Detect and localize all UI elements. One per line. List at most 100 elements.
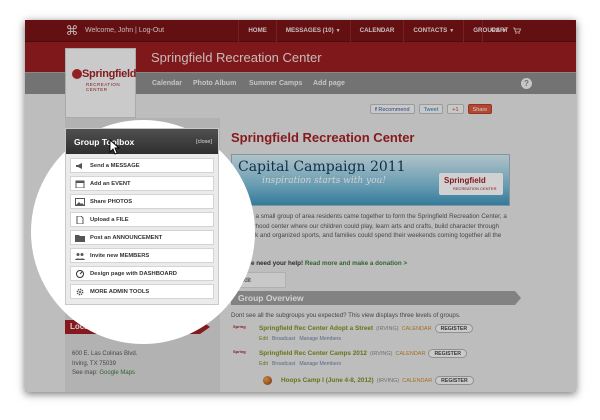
site-title[interactable]: Springfield Recreation Center: [151, 50, 322, 65]
logo-name: Springfield: [82, 68, 137, 80]
group-name-link[interactable]: Springfield Rec Center Camps 2012: [259, 350, 367, 357]
gear-icon: [76, 288, 84, 296]
calendar-icon: [75, 180, 85, 188]
intro-text: In 1972, a small group of area residents…: [231, 213, 507, 249]
toolbox-close-link[interactable]: [close]: [196, 139, 212, 145]
page-title: Springfield Recreation Center: [231, 130, 415, 145]
tool-send-message[interactable]: Send a MESSAGE: [70, 158, 214, 173]
tool-add-event[interactable]: Add an EVENT: [70, 176, 214, 191]
nav-calendar[interactable]: CALENDAR: [349, 20, 404, 42]
banner-brand-sub: RECREATION CENTER: [453, 186, 497, 191]
nav-contacts-label: CONTACTS: [413, 27, 448, 34]
recommend-label: Recommend: [378, 107, 410, 113]
subnav-calendar[interactable]: Calendar: [152, 80, 182, 87]
welcome-text[interactable]: Welcome, John | Log-Out: [85, 27, 164, 34]
group-row: Spring Springfield Rec Center Adopt a St…: [233, 324, 523, 346]
group-name-link[interactable]: Hoops Camp I (June 4-8, 2012): [281, 377, 374, 384]
group-location: (IRVING): [376, 378, 400, 385]
banner-headline: Capital Campaign 2011: [238, 159, 406, 175]
tool-label: MORE ADMIN TOOLS: [90, 289, 150, 295]
chevron-down-icon: ▼: [335, 28, 341, 34]
nav-home-label: HOME: [248, 27, 267, 34]
group-calendar-link[interactable]: CALENDAR: [395, 351, 425, 357]
group-manage-link[interactable]: Manage Members: [299, 336, 341, 342]
tool-dashboard[interactable]: Design page with DASHBOARD: [70, 266, 214, 281]
top-nav: HOME MESSAGES (10) ▼ CALENDAR CONTACTS ▼ G…: [238, 20, 516, 42]
tool-label: Share PHOTOS: [90, 199, 133, 205]
group-location: (IRVING): [369, 351, 393, 358]
group-broadcast-link[interactable]: Broadcast: [272, 336, 295, 342]
org-logo-icon[interactable]: ⌘: [65, 23, 79, 38]
tool-share-photos[interactable]: Share PHOTOS: [70, 194, 214, 209]
tool-invite-members[interactable]: Invite new MEMBERS: [70, 248, 214, 263]
nav-messages[interactable]: MESSAGES (10) ▼: [275, 20, 350, 42]
group-logo: Spring: [233, 324, 246, 329]
nav-calendar-label: CALENDAR: [359, 27, 395, 34]
tool-more-admin[interactable]: MORE ADMIN TOOLS: [70, 284, 214, 299]
cart-link[interactable]: CART: [482, 20, 522, 42]
group-calendar-link[interactable]: CALENDAR: [402, 326, 432, 332]
plusone-label: +1: [452, 107, 459, 113]
tool-label: Send a MESSAGE: [90, 163, 140, 169]
site-logo[interactable]: Springfield RECREATION CENTER: [65, 48, 136, 118]
members-icon: [75, 253, 85, 260]
tweet-button[interactable]: Tweet: [418, 104, 444, 114]
banner-brand-name: Springfield: [444, 176, 486, 185]
group-broadcast-link[interactable]: Broadcast: [272, 361, 295, 367]
donation-link[interactable]: Read more and make a donation >: [305, 260, 407, 267]
google-plus-button[interactable]: +1: [447, 104, 464, 114]
megaphone-icon: [76, 163, 82, 169]
tool-upload-file[interactable]: Upload a FILE: [70, 212, 214, 227]
group-edit-link[interactable]: Edit: [259, 361, 268, 367]
nav-messages-label: MESSAGES (10): [285, 27, 334, 34]
group-overview-header: Group Overview: [231, 291, 521, 305]
group-edit-link[interactable]: Edit: [259, 336, 268, 342]
basketball-icon: [263, 376, 272, 385]
file-icon: [76, 216, 84, 224]
subnav-photo-album[interactable]: Photo Album: [193, 80, 236, 87]
top-bar: ⌘ Welcome, John | Log-Out HOME MESSAGES …: [25, 20, 576, 42]
share-label: Share: [472, 107, 488, 113]
folder-icon: [75, 235, 85, 242]
subnav-summer-camps[interactable]: Summer Camps: [249, 80, 302, 87]
group-calendar-link[interactable]: CALENDAR: [402, 378, 432, 384]
facebook-recommend-button[interactable]: f Recommend: [370, 104, 415, 114]
dashboard-icon: [76, 270, 84, 278]
subnav-add-page[interactable]: Add page: [313, 80, 345, 87]
help-icon[interactable]: ?: [521, 78, 532, 89]
toolbox-title: Group Toolbox: [74, 137, 135, 147]
mouse-cursor-icon: [109, 139, 120, 155]
group-manage-link[interactable]: Manage Members: [299, 361, 341, 367]
donation-line: Now we need your help! Read more and mak…: [231, 260, 407, 267]
group-name-link[interactable]: Springfield Rec Center Adopt a Street: [259, 325, 373, 332]
google-maps-link[interactable]: Google Maps: [99, 370, 135, 376]
banner-brand-logo: Springfield RECREATION CENTER: [439, 173, 503, 195]
group-overview-title: Group Overview: [238, 293, 304, 303]
address-line-1: 600 E. Las Colinas Blvd.: [72, 351, 138, 357]
chevron-down-icon: ▼: [449, 28, 455, 34]
nav-home[interactable]: HOME: [238, 20, 276, 42]
group-logo: Spring: [233, 349, 246, 354]
register-button[interactable]: REGISTER: [435, 376, 474, 385]
group-overview-desc: Dont see all the subgroups you expected?…: [231, 312, 461, 319]
group-row: Hoops Camp I (June 4-8, 2012) (IRVING) CAL…: [261, 376, 551, 392]
tool-label: Upload a FILE: [90, 217, 129, 223]
tool-label: Invite new MEMBERS: [90, 253, 150, 259]
app-window: ⌘ Welcome, John | Log-Out HOME MESSAGES …: [25, 20, 576, 392]
register-button[interactable]: REGISTER: [434, 324, 474, 333]
tweet-label: Tweet: [423, 107, 439, 113]
share-bar: f Recommend Tweet +1 Share: [370, 104, 493, 114]
location-address: 600 E. Las Colinas Blvd. Irving, TX 7503…: [72, 350, 137, 379]
tool-label: Add an EVENT: [90, 181, 131, 187]
tool-post-announcement[interactable]: Post an ANNOUNCEMENT: [70, 230, 214, 245]
cart-icon: [513, 27, 522, 34]
nav-contacts[interactable]: CONTACTS ▼: [403, 20, 463, 42]
photo-icon: [75, 198, 85, 206]
group-toolbox: Group Toolbox [close] Send a MESSAGE Add…: [65, 128, 219, 305]
group-location: (IRVING): [376, 326, 399, 333]
register-button[interactable]: REGISTER: [428, 349, 467, 358]
address-line-2: Irving, TX 75039: [72, 360, 116, 367]
campaign-banner[interactable]: Capital Campaign 2011 inspiration starts…: [231, 154, 510, 206]
share-button[interactable]: Share: [467, 104, 493, 114]
tool-label: Post an ANNOUNCEMENT: [90, 235, 163, 241]
